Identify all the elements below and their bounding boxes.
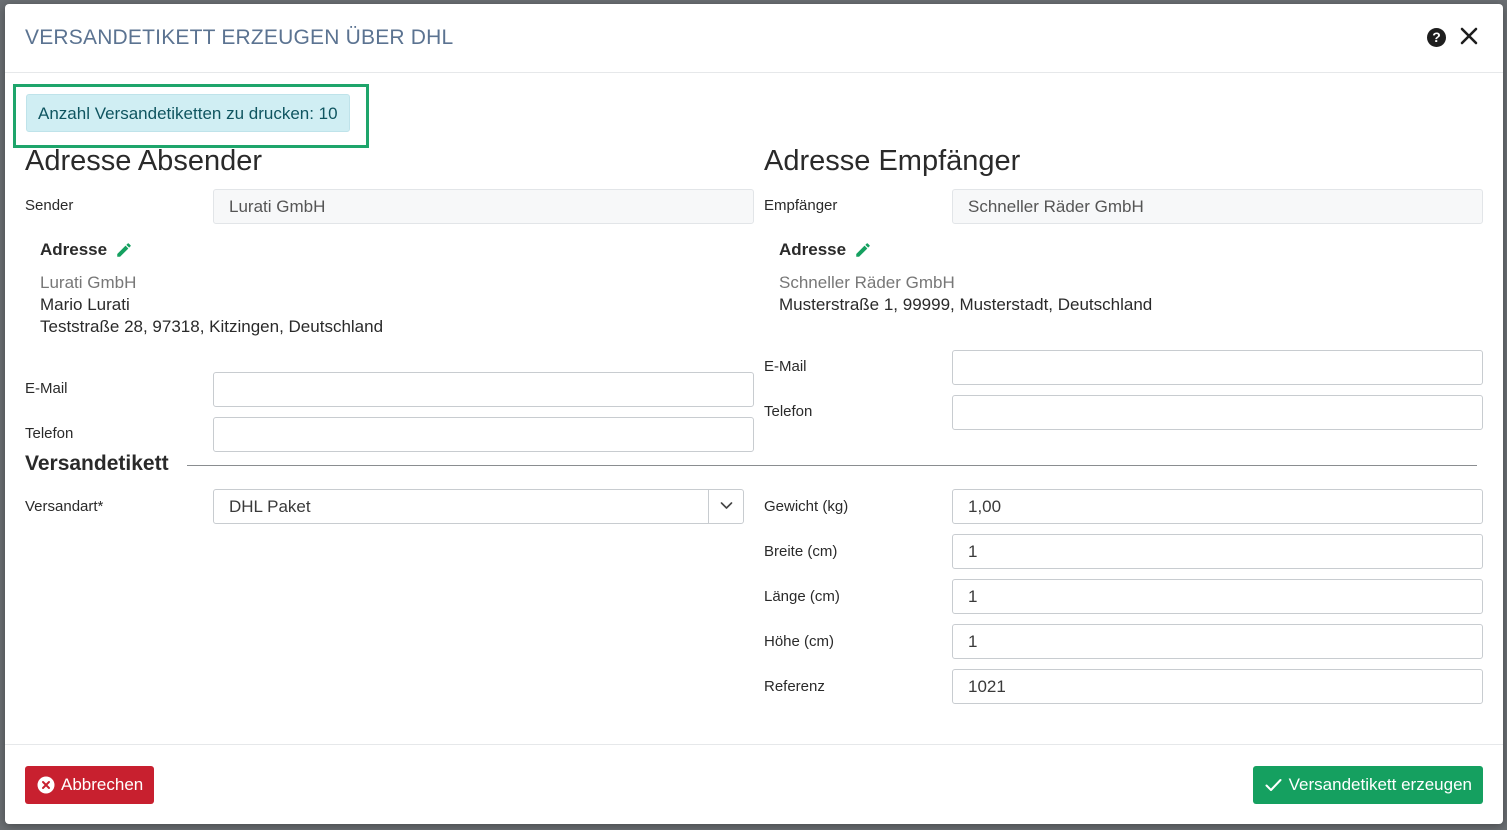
sender-address-title: Adresse [40, 240, 383, 260]
sender-address-name: Mario Lurati [40, 295, 130, 314]
chevron-down-icon[interactable] [708, 490, 743, 523]
question-circle-icon[interactable]: ? [1427, 28, 1446, 47]
width-label: Breite (cm) [764, 543, 838, 560]
shipping-type-select[interactable]: DHL Paket [213, 489, 744, 524]
recipient-email-label: E-Mail [764, 358, 807, 375]
sender-label: Sender [25, 197, 74, 214]
pencil-icon[interactable] [854, 241, 872, 259]
label-count-highlight: Anzahl Versandetiketten zu drucken: 10 [13, 84, 369, 148]
width-input[interactable] [952, 534, 1483, 569]
create-label-dialog: VERSANDETIKETT ERZEUGEN ÜBER DHL ? Anzah… [5, 4, 1503, 824]
reference-label: Referenz [764, 678, 825, 695]
dialog-title: VERSANDETIKETT ERZEUGEN ÜBER DHL [25, 26, 454, 49]
sender-email-input[interactable] [213, 372, 754, 407]
recipient-address-street: Musterstraße 1, 99999, Musterstadt, Deut… [779, 295, 1153, 314]
weight-input[interactable] [952, 489, 1483, 524]
shipping-type-label: Versandart* [25, 498, 104, 515]
recipient-label: Empfänger [764, 197, 838, 214]
sender-phone-input[interactable] [213, 417, 754, 452]
height-input[interactable] [952, 624, 1483, 659]
pencil-icon[interactable] [115, 241, 133, 259]
length-input[interactable] [952, 579, 1483, 614]
recipient-email-input[interactable] [952, 350, 1483, 385]
sender-email-label: E-Mail [25, 380, 68, 397]
sender-heading: Adresse Absender [25, 145, 262, 177]
sender-field[interactable]: Lurati GmbH [213, 189, 754, 224]
weight-label: Gewicht (kg) [764, 498, 849, 515]
shipping-type-value: DHL Paket [229, 497, 311, 516]
recipient-heading: Adresse Empfänger [764, 145, 1021, 177]
close-circle-icon [37, 776, 55, 794]
reference-input[interactable] [952, 669, 1483, 704]
label-count-badge: Anzahl Versandetiketten zu drucken: 10 [26, 94, 350, 132]
label-section-heading: Versandetikett [25, 452, 169, 475]
sender-address-company: Lurati GmbH [40, 273, 137, 292]
section-divider [187, 465, 1477, 466]
sender-address-street: Teststraße 28, 97318, Kitzingen, Deutsch… [40, 317, 384, 336]
cancel-button[interactable]: Abbrechen [25, 766, 155, 804]
recipient-phone-input[interactable] [952, 395, 1483, 430]
close-icon[interactable] [1457, 24, 1481, 48]
sender-address: Adresse Lurati GmbH Mario Lurati Teststr… [40, 240, 383, 338]
dialog-header: VERSANDETIKETT ERZEUGEN ÜBER DHL ? [5, 4, 1503, 73]
create-label-button[interactable]: Versandetikett erzeugen [1252, 766, 1483, 804]
sender-phone-label: Telefon [25, 425, 74, 442]
recipient-address-title: Adresse [779, 240, 1152, 260]
dialog-footer: Abbrechen Versandetikett erzeugen [5, 744, 1503, 824]
recipient-phone-label: Telefon [764, 403, 813, 420]
length-label: Länge (cm) [764, 588, 840, 605]
height-label: Höhe (cm) [764, 633, 835, 650]
recipient-address: Adresse Schneller Räder GmbH Musterstraß… [779, 240, 1152, 316]
check-icon [1265, 779, 1282, 791]
recipient-field[interactable]: Schneller Räder GmbH [952, 189, 1483, 224]
recipient-address-company: Schneller Räder GmbH [779, 273, 955, 292]
